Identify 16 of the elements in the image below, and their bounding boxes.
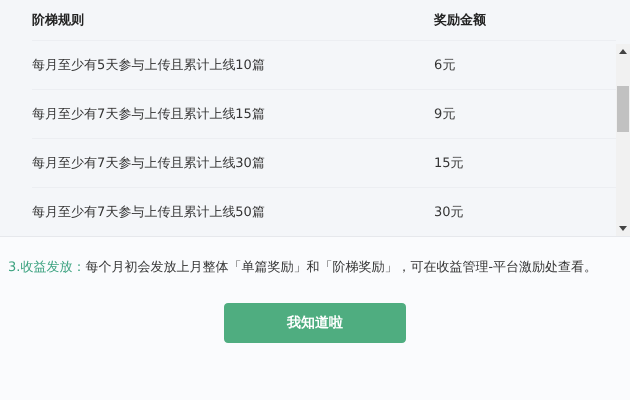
scroll-down-icon[interactable] (619, 226, 627, 232)
table-cell-text: 每月至少有5天参与上传且累计上线10篇 (32, 57, 266, 74)
table-cell-text: 每月至少有7天参与上传且累计上线50篇 (32, 204, 266, 221)
table-cell-text: 每月至少有7天参与上传且累计上线15篇 (32, 106, 266, 123)
column-header: 奖励金额 (434, 12, 487, 29)
column-header: 阶梯规则 (32, 12, 85, 29)
scrollbar-thumb[interactable] (617, 86, 629, 132)
scroll-up-icon[interactable] (619, 48, 627, 54)
table-cell-text: 15元 (434, 155, 465, 172)
table-cell-text: 6元 (434, 57, 456, 74)
scrollbar[interactable] (616, 44, 630, 236)
table-cell-text: 每月至少有7天参与上传且累计上线30篇 (32, 155, 266, 172)
confirm-button[interactable]: 我知道啦 (224, 303, 406, 343)
table-cell-text: 30元 (434, 204, 465, 221)
table-cell-text: 9元 (434, 106, 456, 123)
info-paragraph: 3.收益发放：每个月初会发放上月整体「单篇奖励」和「阶梯奖励」，可在收益管理-平台激励处查看。 (8, 259, 598, 277)
